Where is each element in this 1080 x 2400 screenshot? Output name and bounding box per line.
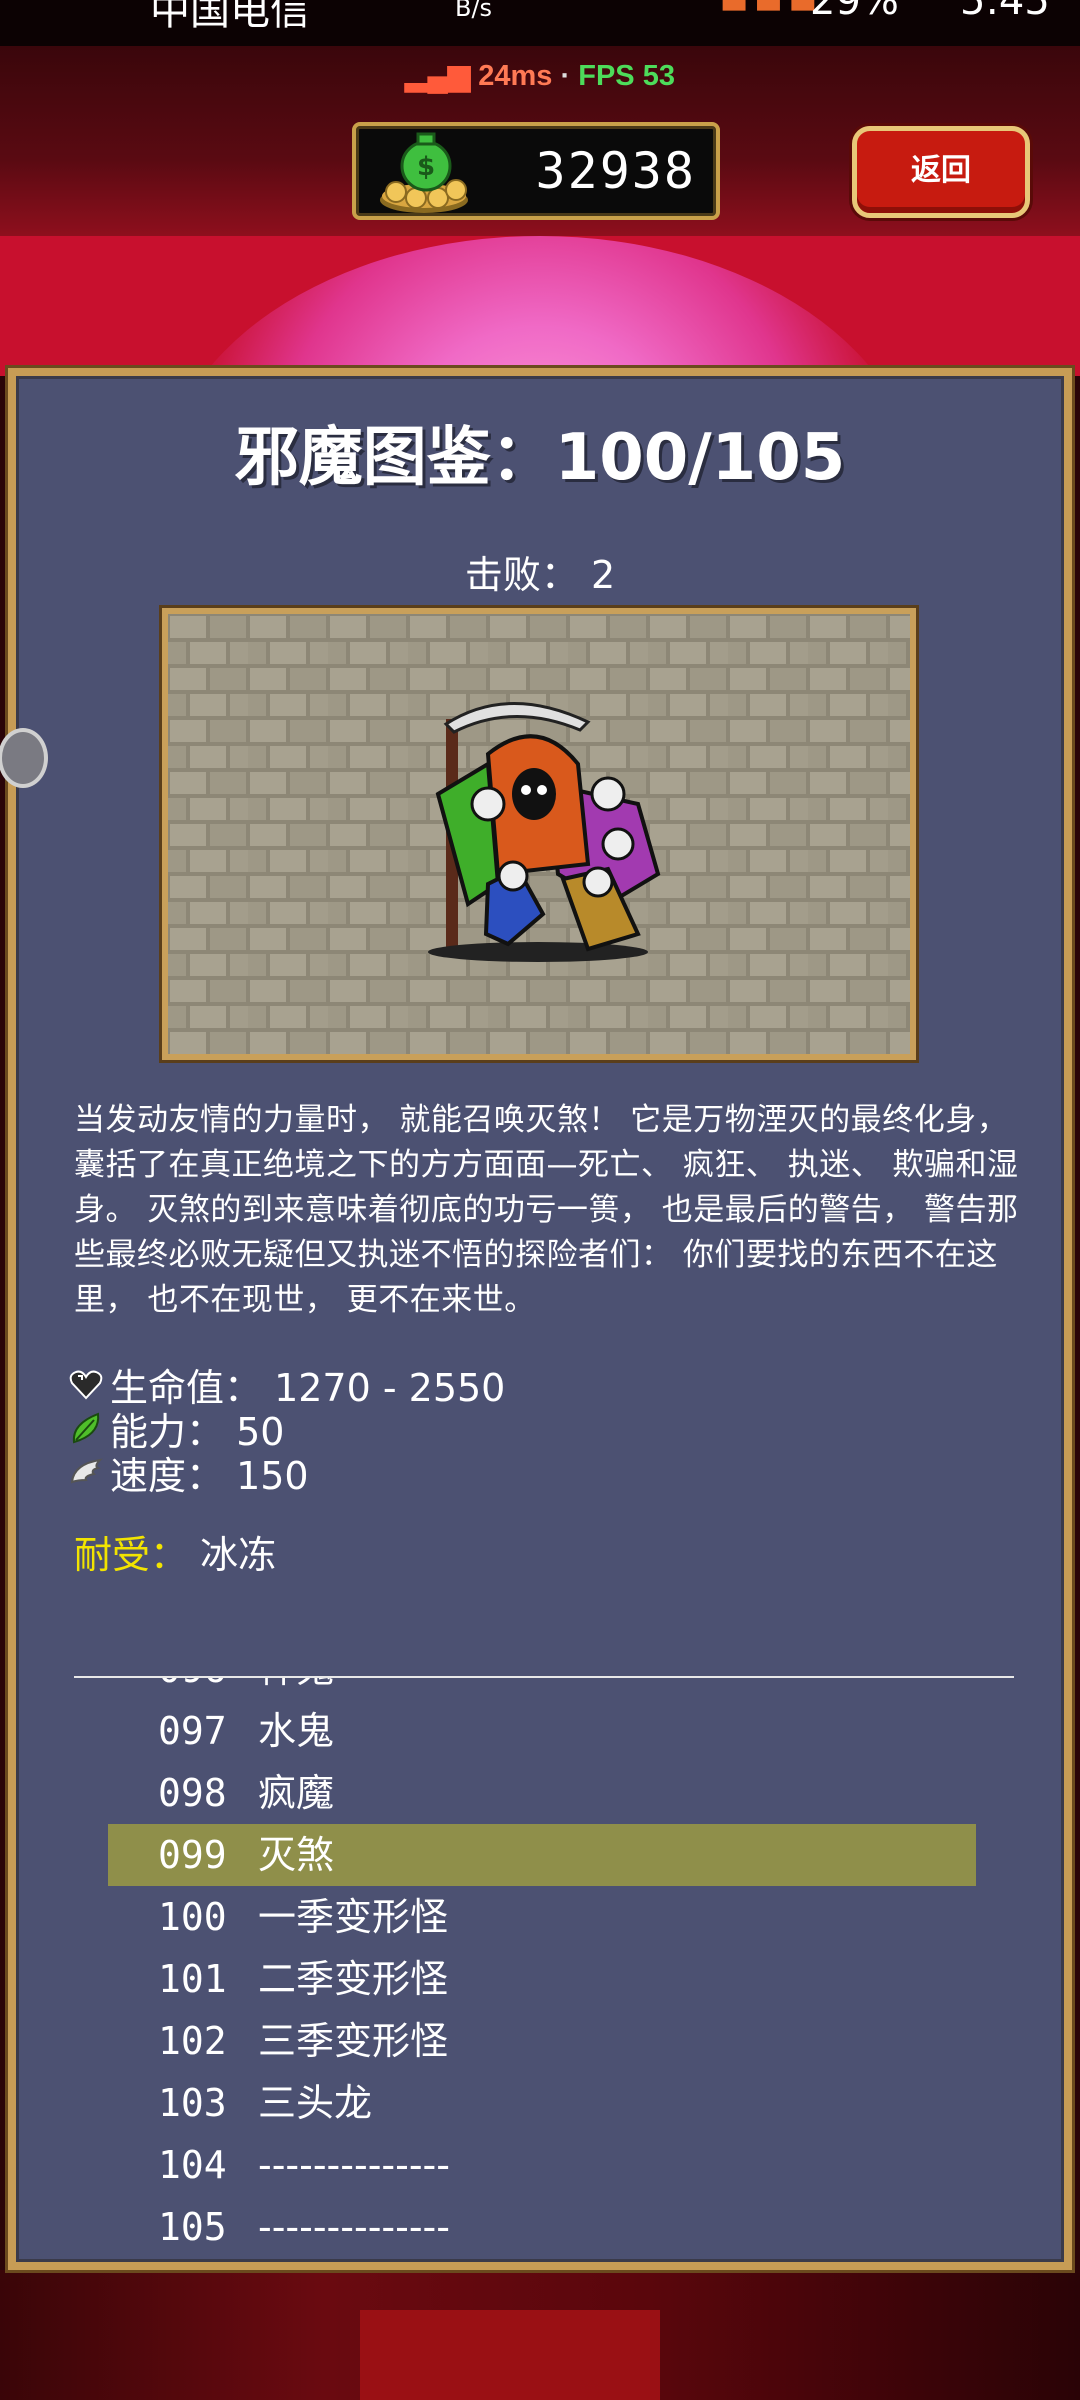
list-item-selected[interactable]: 099 灭煞 bbox=[108, 1824, 976, 1886]
signal-bars-icon: ▂▄▆ bbox=[405, 60, 471, 92]
carrier-label: 中国电信 bbox=[150, 0, 310, 34]
list-item[interactable]: 104 -------------- bbox=[108, 2134, 976, 2196]
back-button[interactable]: 返回 bbox=[852, 126, 1030, 218]
resistance-value: 冰冻 bbox=[200, 1533, 277, 1577]
fps-meter: ▂▄▆ 24ms · FPS 53 bbox=[0, 46, 1080, 106]
list-item-number: 098 bbox=[158, 1771, 227, 1815]
list-item-number: 101 bbox=[158, 1957, 227, 2001]
notification-icons: ■■■ bbox=[720, 0, 823, 15]
resistance: 耐受： 冰冻 bbox=[74, 1524, 276, 1579]
list-item-number: 103 bbox=[158, 2081, 227, 2125]
list-item-name: 二季变形怪 bbox=[258, 1957, 449, 2001]
resistance-label: 耐受： bbox=[74, 1533, 189, 1577]
svg-text:$: $ bbox=[417, 152, 435, 182]
list-item-name: 三季变形怪 bbox=[258, 2019, 449, 2063]
bestiary-title: 邪魔图鉴：100/105 bbox=[234, 421, 846, 495]
list-item[interactable]: 105 -------------- bbox=[108, 2196, 976, 2258]
defeat-count: 击败： 2 bbox=[464, 553, 616, 597]
monster-list[interactable]: 096神鬼 097 水鬼 098 疯魔 099 灭煞 100 一季变形怪 101 二季变形… bbox=[16, 1678, 1064, 2268]
coin-count: 32938 bbox=[535, 142, 696, 200]
separator: · bbox=[560, 60, 571, 92]
stat-speed: 速度： 150 bbox=[68, 1450, 309, 1498]
list-item-number: 105 bbox=[158, 2205, 227, 2249]
clock-label: 5:45 bbox=[960, 0, 1050, 24]
background-glow bbox=[0, 236, 1080, 376]
list-item-number: 097 bbox=[158, 1709, 227, 1753]
list-item[interactable]: 101 二季变形怪 bbox=[108, 1948, 976, 2010]
list-item-name: 神鬼 bbox=[258, 1678, 334, 1691]
bestiary-panel: 邪魔图鉴：100/105 击败： 2 当发动友情的力量时， 就能召唤灭煞！ 它是… bbox=[0, 368, 1072, 2270]
net-speed-label: B/s bbox=[455, 0, 493, 22]
monster-portrait-frame bbox=[162, 608, 916, 1060]
list-item[interactable]: 097 水鬼 bbox=[108, 1700, 976, 1762]
leaf-icon bbox=[72, 1412, 100, 1444]
heart-icon bbox=[69, 1370, 103, 1400]
fps-label: FPS 53 bbox=[578, 60, 675, 92]
coin-counter: $ 32938 bbox=[352, 122, 720, 220]
background-bottom bbox=[0, 2270, 1080, 2400]
list-item-name: -------------- bbox=[258, 2205, 450, 2249]
list-item-number: 104 bbox=[158, 2143, 227, 2187]
list-item[interactable]: 096神鬼 bbox=[108, 1678, 976, 1700]
monster-description: 当发动友情的力量时， 就能召唤灭煞！ 它是万物湮灭的最终化身， 囊括了在真正绝境… bbox=[74, 1102, 1019, 1318]
money-bag-coins-icon: $ bbox=[380, 132, 468, 213]
list-item-number: 100 bbox=[158, 1895, 227, 1939]
stat-hp: 生命值： 1270 - 2550 bbox=[68, 1362, 505, 1410]
list-item[interactable]: 102 三季变形怪 bbox=[108, 2010, 976, 2072]
list-item-name: 水鬼 bbox=[258, 1709, 335, 1753]
battery-label: 29% bbox=[810, 0, 899, 24]
list-item[interactable]: 103 三头龙 bbox=[108, 2072, 976, 2134]
list-item-name: 三头龙 bbox=[258, 2081, 373, 2125]
status-bar: 中国电信 B/s ■■■ 29% 5:45 bbox=[0, 0, 1080, 46]
list-item[interactable]: 100 一季变形怪 bbox=[108, 1886, 976, 1948]
grim-reaper-sprite bbox=[168, 614, 910, 1054]
list-item-number: 096 bbox=[108, 1678, 258, 1700]
stat-ability: 能力： 50 bbox=[68, 1406, 284, 1454]
list-item[interactable]: 098 疯魔 bbox=[108, 1762, 976, 1824]
stat-speed-text: 速度： 150 bbox=[110, 1453, 309, 1498]
list-item-number: 102 bbox=[158, 2019, 227, 2063]
top-bar: ▂▄▆ 24ms · FPS 53 $ 32938 返回 bbox=[0, 46, 1080, 236]
list-item-number: 099 bbox=[158, 1833, 227, 1877]
list-item-name: -------------- bbox=[258, 2143, 450, 2187]
latency-label: 24ms bbox=[478, 60, 553, 92]
floating-handle[interactable] bbox=[0, 728, 48, 788]
list-item-name: 疯魔 bbox=[258, 1771, 335, 1815]
list-item-name: 灭煞 bbox=[258, 1833, 335, 1877]
list-item-name: 一季变形怪 bbox=[258, 1895, 449, 1939]
wing-icon bbox=[70, 1458, 103, 1484]
